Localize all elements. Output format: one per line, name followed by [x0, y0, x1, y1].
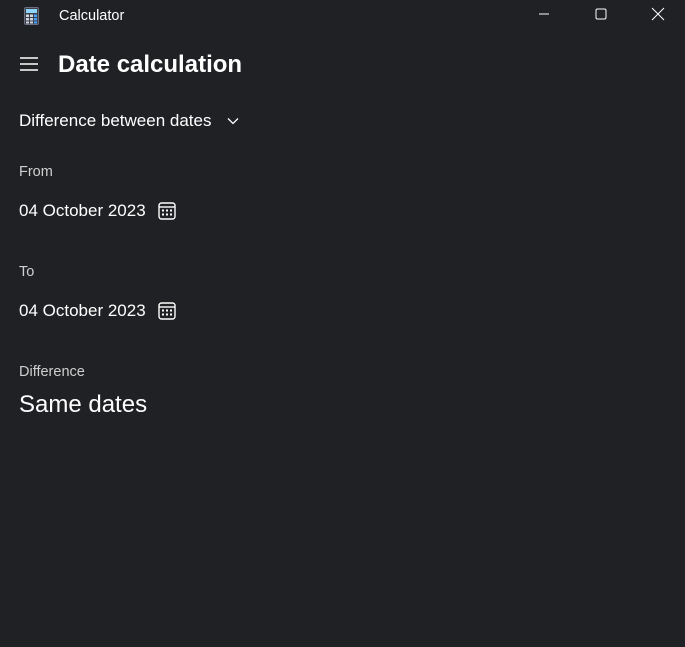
- calendar-icon[interactable]: [157, 301, 177, 321]
- difference-label: Difference: [19, 364, 85, 380]
- title-bar: Calculator: [0, 0, 685, 32]
- maximize-icon: [595, 7, 607, 25]
- minimize-icon: [538, 7, 550, 25]
- calendar-icon[interactable]: [157, 201, 177, 221]
- to-date-picker[interactable]: 04 October 2023: [19, 299, 177, 323]
- minimize-button[interactable]: [521, 0, 567, 32]
- calculator-icon: [24, 7, 39, 25]
- hamburger-menu-icon: [19, 56, 39, 77]
- calculation-mode-label: Difference between dates: [19, 111, 212, 130]
- to-label: To: [19, 264, 35, 280]
- window-title: Calculator: [59, 8, 125, 24]
- from-date-picker[interactable]: 04 October 2023: [19, 199, 177, 223]
- close-button[interactable]: [635, 0, 681, 32]
- close-icon: [651, 7, 665, 26]
- page-title: Date calculation: [58, 51, 243, 78]
- to-date-value: 04 October 2023: [19, 301, 146, 320]
- maximize-button[interactable]: [578, 0, 624, 32]
- calculation-mode-dropdown[interactable]: Difference between dates: [19, 109, 239, 133]
- difference-result: Same dates: [19, 391, 148, 418]
- navigation-menu-button[interactable]: [14, 53, 44, 79]
- chevron-down-icon: [227, 115, 239, 127]
- from-label: From: [19, 164, 53, 180]
- from-date-value: 04 October 2023: [19, 201, 146, 220]
